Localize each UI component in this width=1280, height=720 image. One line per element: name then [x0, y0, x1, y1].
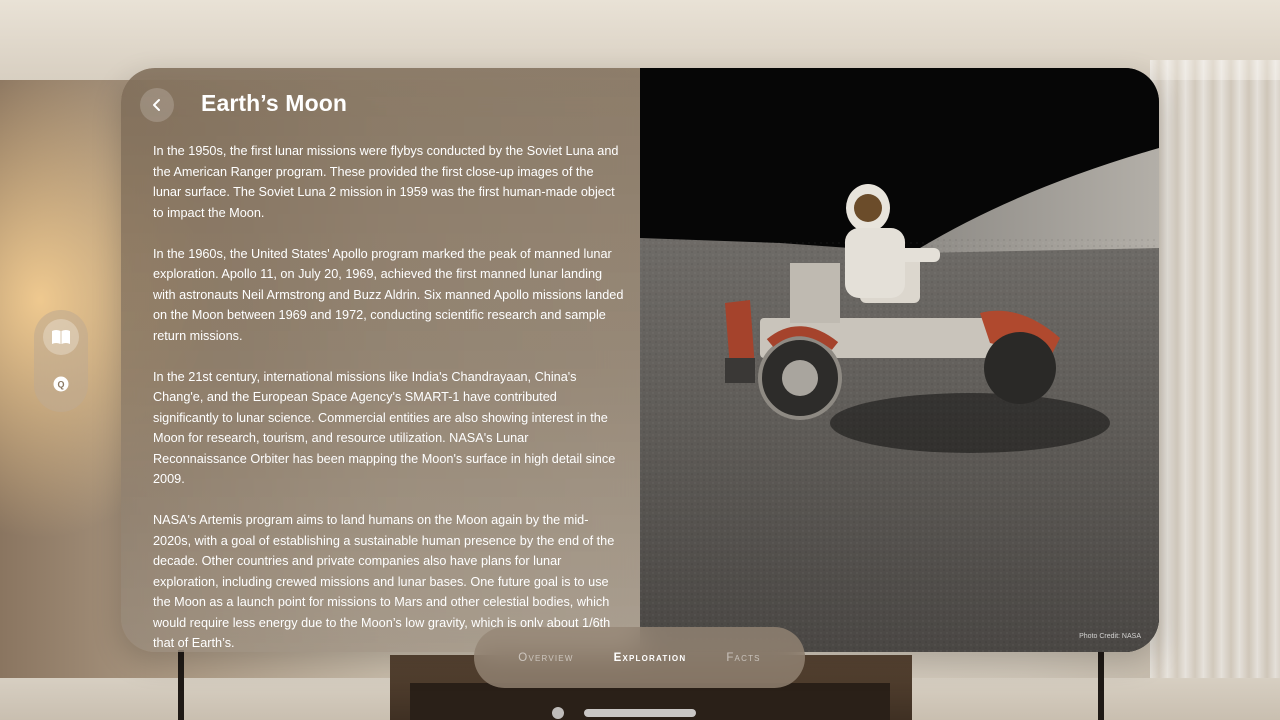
- quiz-icon: Q: [53, 376, 69, 392]
- ornament-quiz-button[interactable]: Q: [43, 366, 79, 402]
- window-grabber-bar[interactable]: [584, 709, 696, 717]
- tab-bar: Overview Exploration Facts: [474, 627, 805, 688]
- page-title: Earth’s Moon: [201, 90, 348, 116]
- tab-overview[interactable]: Overview: [498, 652, 593, 664]
- ornament-book-button[interactable]: [43, 319, 79, 355]
- main-window: Earth’s Moon In the 1950s, the first lun…: [121, 68, 1159, 652]
- book-icon: [52, 330, 70, 344]
- curtain: [1150, 60, 1280, 680]
- tab-facts[interactable]: Facts: [706, 652, 780, 664]
- tab-exploration[interactable]: Exploration: [594, 652, 707, 664]
- paragraph: In the 1960s, the United States' Apollo …: [153, 246, 624, 343]
- svg-text:Q: Q: [57, 380, 64, 390]
- back-button[interactable]: [140, 88, 174, 122]
- stand-leg-left: [178, 650, 184, 720]
- lunar-rover-photo-image: [640, 68, 1159, 652]
- side-ornament: Q: [34, 310, 88, 412]
- window-close-dot[interactable]: [552, 707, 564, 719]
- apollo-photo: Photo Credit: NASA: [640, 68, 1159, 652]
- photo-credit: Photo Credit: NASA: [1079, 633, 1141, 640]
- paragraph: In the 21st century, international missi…: [153, 369, 616, 487]
- stand-leg-right: [1098, 650, 1104, 720]
- article-body: In the 1950s, the first lunar missions w…: [153, 141, 625, 652]
- text-pane: Earth’s Moon In the 1950s, the first lun…: [121, 68, 640, 652]
- chevron-left-icon: [153, 99, 160, 111]
- paragraph: In the 1950s, the first lunar missions w…: [153, 144, 619, 220]
